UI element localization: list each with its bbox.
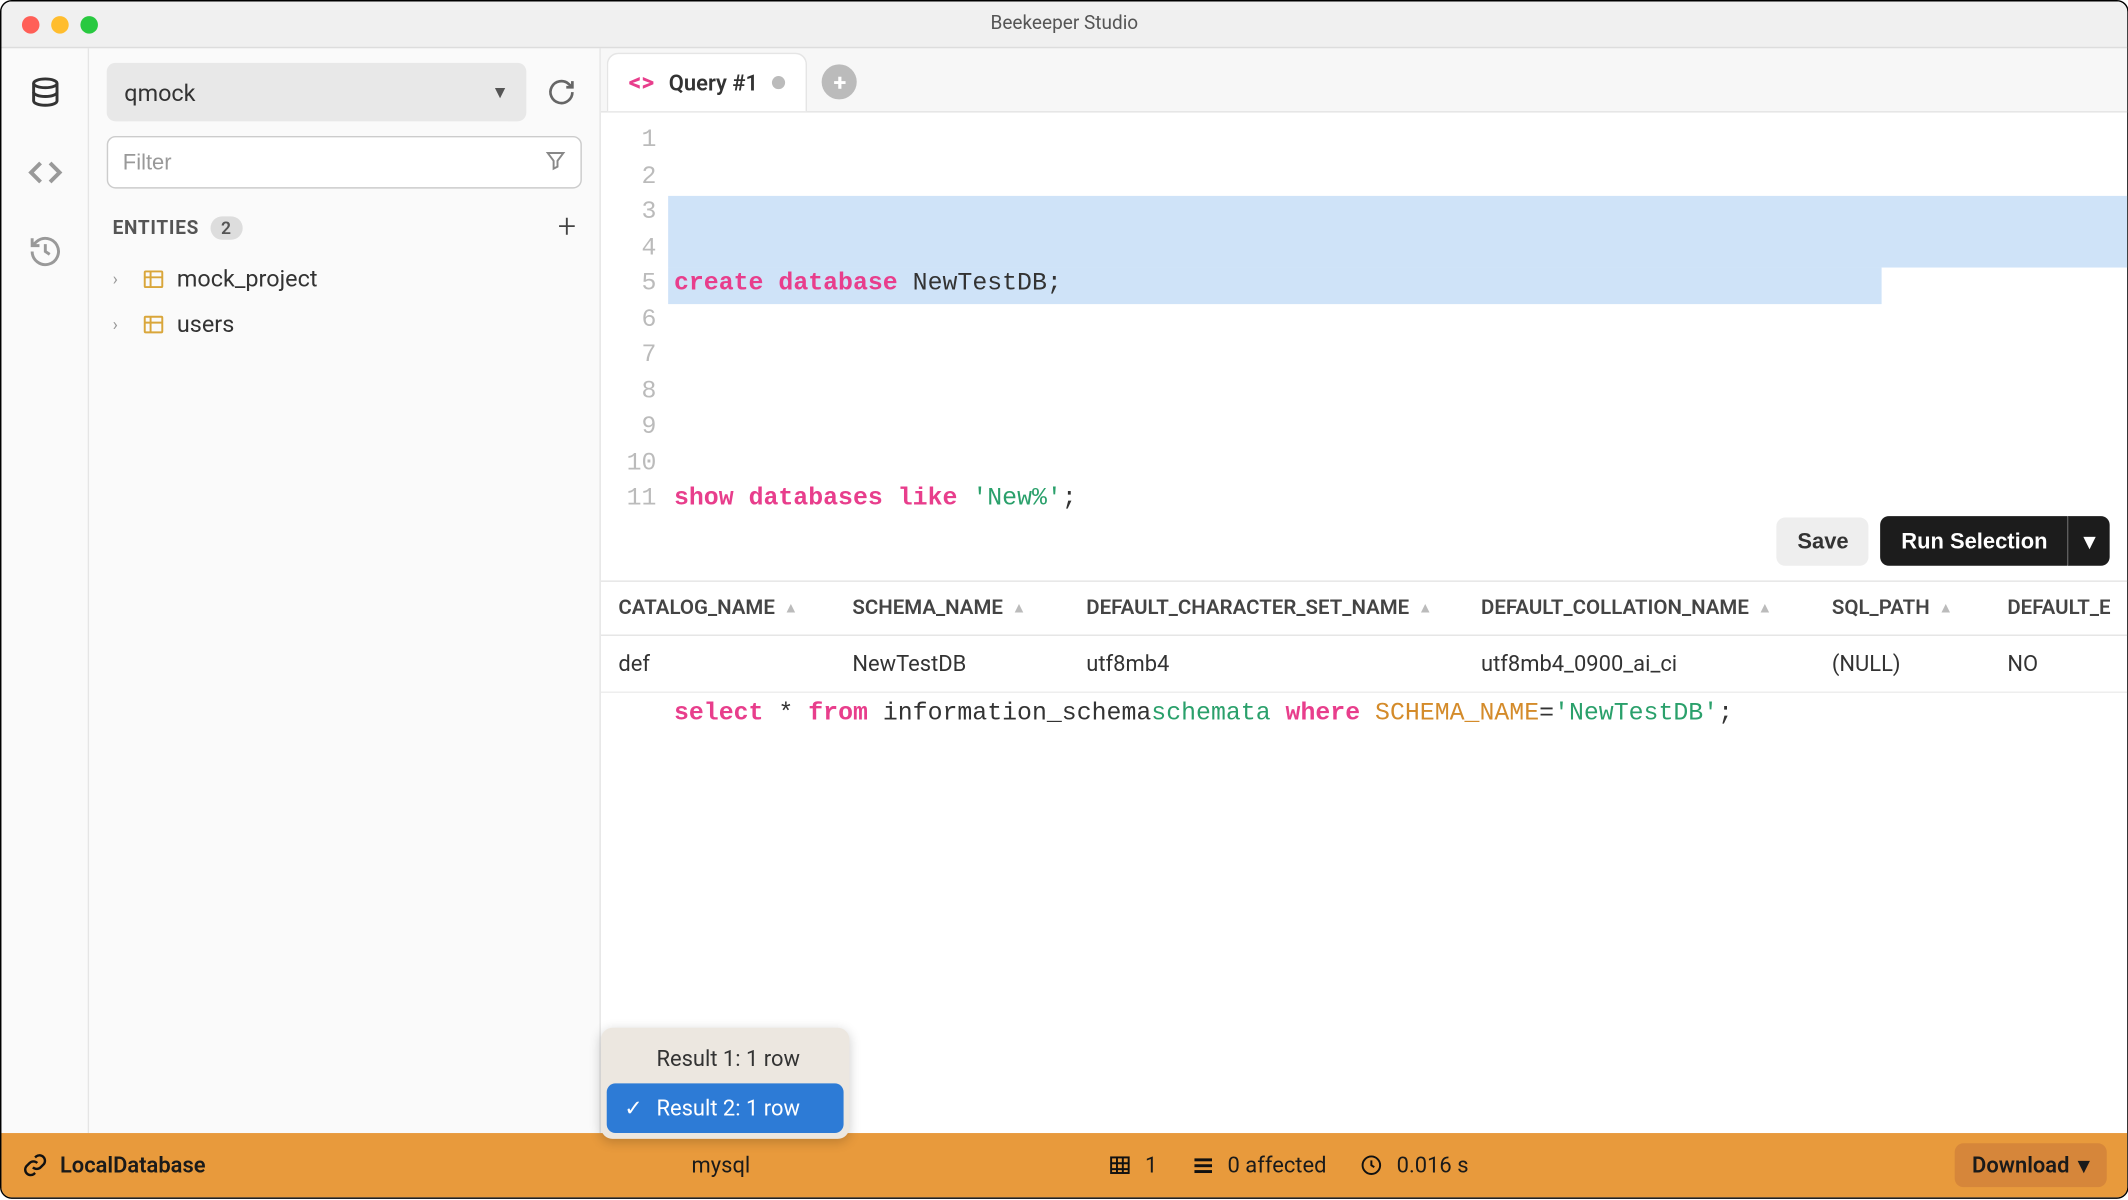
elapsed-time: 0.016 s (1359, 1152, 1469, 1178)
activity-rail (1, 48, 89, 1133)
tab-query[interactable]: <> Query #1 (607, 53, 808, 111)
database-icon[interactable] (26, 75, 64, 113)
link-icon (22, 1152, 48, 1178)
chevron-right-icon: › (113, 314, 131, 334)
dirty-indicator-icon (773, 76, 786, 89)
code-icon: <> (629, 68, 655, 97)
chevron-down-icon: ▼ (491, 82, 508, 102)
titlebar: Beekeeper Studio (1, 1, 2127, 48)
database-select[interactable]: qmock ▼ (107, 63, 527, 121)
status-bar: LocalDatabase mysql 1 0 affected 0.016 s… (1, 1133, 2127, 1197)
new-tab-button[interactable]: + (822, 64, 857, 99)
connection-name: LocalDatabase (60, 1152, 206, 1178)
app-window: Beekeeper Studio qmock ▼ (0, 0, 2128, 1199)
table-icon (142, 267, 165, 290)
add-entity-button[interactable]: + (558, 212, 576, 244)
row-count: 1 (1107, 1152, 1157, 1178)
entity-name: users (177, 310, 234, 338)
db-type: mysql (692, 1152, 751, 1178)
entity-name: mock_project (177, 265, 318, 293)
rows-icon (1189, 1152, 1215, 1178)
tab-label: Query #1 (669, 69, 758, 95)
filter-input[interactable] (107, 136, 582, 189)
entities-count: 2 (211, 216, 242, 239)
chevron-down-icon: ▾ (2078, 1152, 2089, 1178)
clock-icon (1359, 1152, 1385, 1178)
result-option[interactable]: ✓ Result 2: 1 row (607, 1083, 844, 1133)
history-icon[interactable] (26, 232, 64, 270)
database-select-value: qmock (124, 78, 195, 106)
window-title: Beekeeper Studio (1, 13, 2127, 35)
main-area: <> Query #1 + 1 2 3 4 5 6 7 8 9 10 (601, 48, 2127, 1133)
tab-bar: <> Query #1 + (601, 48, 2127, 112)
table-icon (1107, 1152, 1133, 1178)
result-selector-popup: ✓ Result 1: 1 row ✓ Result 2: 1 row (601, 1028, 850, 1139)
result-option[interactable]: ✓ Result 1: 1 row (607, 1034, 844, 1084)
code-icon[interactable] (26, 154, 64, 192)
entity-item[interactable]: › mock_project (107, 256, 582, 301)
connection-indicator[interactable]: LocalDatabase (22, 1152, 206, 1178)
code-area[interactable]: create database NewTestDB; show database… (668, 124, 2127, 507)
entity-item[interactable]: › users (107, 301, 582, 346)
filter-icon[interactable] (544, 149, 567, 178)
sidebar: qmock ▼ ENTITIES 2 + (89, 48, 601, 1133)
check-icon: ✓ (624, 1095, 644, 1121)
line-gutter: 1 2 3 4 5 6 7 8 9 10 11 (601, 124, 668, 507)
table-icon (142, 312, 165, 335)
affected-count: 0 affected (1189, 1152, 1326, 1178)
entities-label: ENTITIES (113, 217, 199, 239)
refresh-button[interactable] (541, 72, 582, 113)
sql-editor[interactable]: 1 2 3 4 5 6 7 8 9 10 11 create database … (601, 113, 2127, 508)
chevron-right-icon: › (113, 268, 131, 288)
download-button[interactable]: Download ▾ (1955, 1143, 2107, 1187)
